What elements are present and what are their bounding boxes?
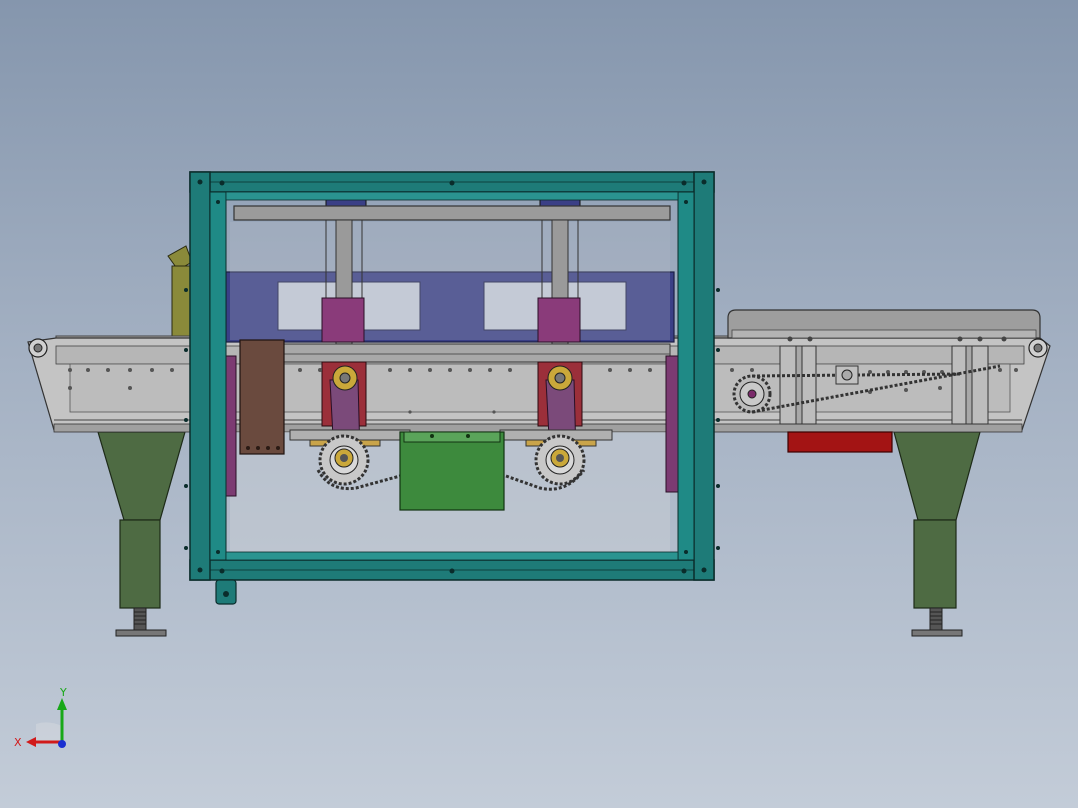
outfeed-cover	[727, 309, 1041, 342]
left-leg	[97, 431, 186, 637]
middle-beam	[239, 343, 671, 363]
feed-bracket	[167, 245, 193, 337]
z-axis-dot	[58, 740, 66, 748]
y-axis-label: Y	[59, 686, 67, 699]
assembly-drawing	[27, 171, 1051, 637]
right-leg	[893, 431, 981, 637]
gear-motor	[399, 431, 505, 511]
orientation-triad: Y X	[14, 686, 67, 749]
heater-block	[787, 431, 893, 453]
mount-plate	[239, 339, 285, 455]
graphics-viewport[interactable]: Y X	[0, 0, 1078, 808]
x-axis-label: X	[14, 736, 22, 749]
